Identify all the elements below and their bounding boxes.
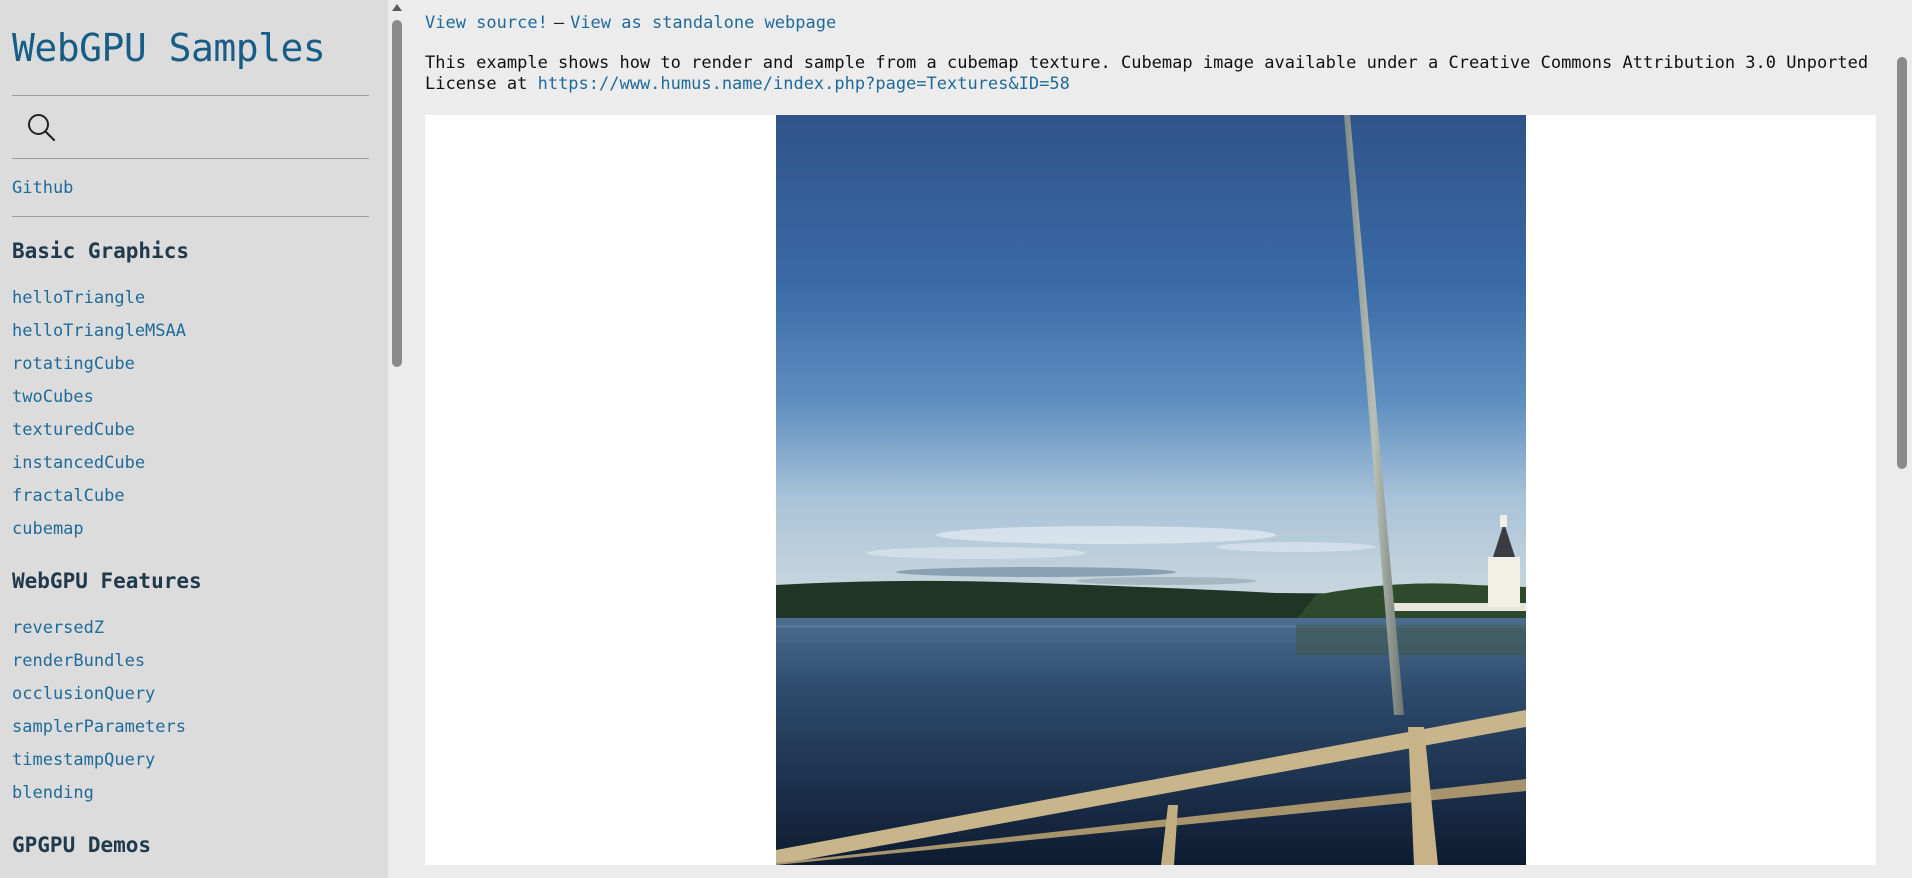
sidebar-scrollbar[interactable]	[388, 0, 406, 878]
section-title-gpgpu-demos: GPGPU Demos	[12, 833, 152, 857]
nav-item: reversedZ	[12, 611, 369, 644]
nav-link-reversedz[interactable]: reversedZ	[12, 618, 104, 638]
nav-item: cubemap	[12, 512, 369, 545]
nav-item: timestampQuery	[12, 743, 369, 776]
main-content: View source! — View as standalone webpage …	[407, 0, 1892, 878]
nav-link-hellotriangle[interactable]: helloTriangle	[12, 288, 145, 308]
sample-canvas-container	[425, 115, 1876, 865]
standalone-link[interactable]: View as standalone webpage	[570, 13, 836, 33]
source-links: View source! — View as standalone webpage	[425, 12, 1892, 34]
search-icon[interactable]	[26, 112, 56, 142]
nav-link-twocubes[interactable]: twoCubes	[12, 387, 94, 407]
divider	[12, 216, 369, 217]
nav-link-cubemap[interactable]: cubemap	[12, 519, 84, 539]
nav-item: samplerParameters	[12, 710, 369, 743]
nav-link-renderbundles[interactable]: renderBundles	[12, 651, 145, 671]
nav-item: fractalCube	[12, 479, 369, 512]
nav-item: blending	[12, 776, 369, 809]
nav-link-hellotrianglemsaa[interactable]: helloTriangleMSAA	[12, 321, 186, 341]
sidebar-scrollbar-thumb[interactable]	[392, 20, 402, 367]
cubemap-source-link[interactable]: https://www.humus.name/index.php?page=Te…	[538, 74, 1070, 94]
nav-item: helloTriangle	[12, 281, 369, 314]
separator: —	[553, 13, 565, 33]
nav-item: twoCubes	[12, 380, 369, 413]
nav-link-texturedcube[interactable]: texturedCube	[12, 420, 135, 440]
view-source-link[interactable]: View source!	[425, 13, 548, 33]
nav-link-samplerparameters[interactable]: samplerParameters	[12, 717, 186, 737]
nav-link-blending[interactable]: blending	[12, 783, 94, 803]
nav-item: helloTriangleMSAA	[12, 314, 369, 347]
nav-list-webgpu-features: reversedZ renderBundles occlusionQuery s…	[12, 611, 369, 809]
nav-item: instancedCube	[12, 446, 369, 479]
search-bar[interactable]	[12, 96, 369, 158]
nav-item: rotatingCube	[12, 347, 369, 380]
nav-link-occlusionquery[interactable]: occlusionQuery	[12, 684, 155, 704]
nav-link-rotatingcube[interactable]: rotatingCube	[12, 354, 135, 374]
description: This example shows how to render and sam…	[425, 53, 1885, 95]
scroll-up-arrow-icon[interactable]	[392, 4, 402, 11]
nav-link-fractalcube[interactable]: fractalCube	[12, 486, 125, 506]
site-title[interactable]: WebGPU Samples	[12, 26, 369, 70]
section-title-webgpu-features: WebGPU Features	[12, 569, 202, 593]
page-scrollbar[interactable]	[1892, 0, 1912, 878]
cubemap-canvas[interactable]	[776, 115, 1526, 865]
github-row: Github	[12, 159, 369, 216]
sidebar: WebGPU Samples Github Basic Graphics hel…	[0, 0, 388, 878]
github-link[interactable]: Github	[12, 178, 73, 198]
nav-list-basic-graphics: helloTriangle helloTriangleMSAA rotating…	[12, 281, 369, 545]
page-scrollbar-thumb[interactable]	[1897, 57, 1907, 469]
nav-item: occlusionQuery	[12, 677, 369, 710]
nav-link-instancedcube[interactable]: instancedCube	[12, 453, 145, 473]
nav-item: texturedCube	[12, 413, 369, 446]
nav-item: renderBundles	[12, 644, 369, 677]
section-title-basic-graphics: Basic Graphics	[12, 239, 190, 263]
nav-link-timestampquery[interactable]: timestampQuery	[12, 750, 155, 770]
